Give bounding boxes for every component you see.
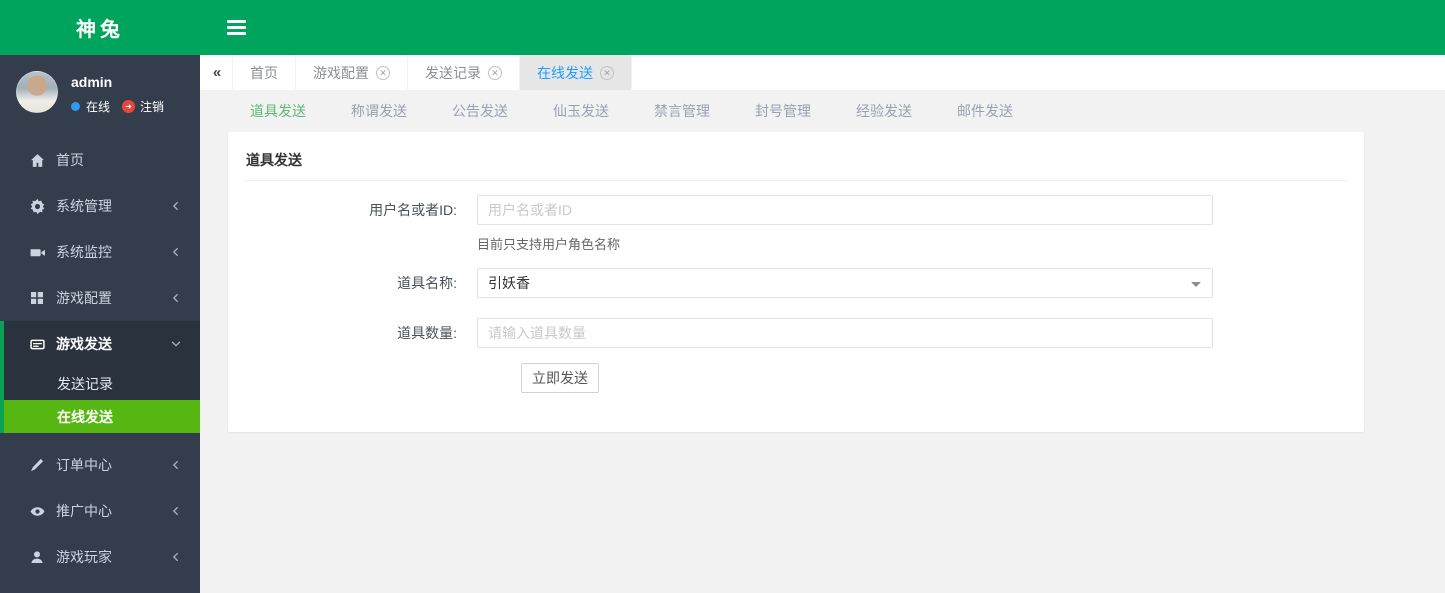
user-block: admin 在线 ➜ 注销 (0, 55, 200, 127)
hamburger-menu-icon[interactable] (227, 17, 246, 38)
item-send-form: 用户名或者ID: 目前只支持用户角色名称 道具名称: 引妖香 (228, 181, 1364, 393)
subtab-notice-send[interactable]: 公告发送 (452, 101, 508, 121)
close-tab-icon[interactable]: ✕ (376, 65, 390, 80)
sidebar-menu: 首页 系统管理 系统监控 游戏配置 游戏发送 发送记录 在线发送 订单中心 推广… (0, 137, 200, 580)
logout-icon: ➜ (122, 100, 136, 113)
sidebar-item-game-config[interactable]: 游戏配置 (0, 275, 200, 321)
sidebar-item-game-players[interactable]: 游戏玩家 (0, 534, 200, 580)
subtabs: 道具发送 称谓发送 公告发送 仙玉发送 禁言管理 封号管理 经验发送 邮件发送 (200, 90, 1445, 131)
item-name-selected-value: 引妖香 (488, 275, 530, 291)
admin-page: 神兔 admin 在线 ➜ 注销 首页 系统管理 系统监控 游戏配置 游戏发送 … (0, 0, 1445, 593)
tab-online-send[interactable]: 在线发送 ✕ (520, 55, 632, 90)
username-row: 用户名或者ID: 目前只支持用户角色名称 (228, 195, 1364, 253)
tabbar: « 首页 游戏配置 ✕ 发送记录 ✕ 在线发送 ✕ (200, 55, 1445, 90)
eye-icon (29, 504, 45, 519)
user-icon (29, 550, 45, 564)
item-name-label: 道具名称: (397, 275, 457, 291)
topbar (200, 0, 1445, 55)
sidebar-item-system-monitor[interactable]: 系统监控 (0, 229, 200, 275)
subtab-item-send[interactable]: 道具发送 (250, 101, 306, 121)
close-tab-icon[interactable]: ✕ (488, 65, 502, 80)
online-status-label: 在线 (86, 100, 111, 114)
home-icon (29, 153, 45, 168)
panel-title: 道具发送 (244, 132, 1348, 181)
subtab-exp-send[interactable]: 经验发送 (856, 101, 912, 121)
subtab-mail-send[interactable]: 邮件发送 (957, 101, 1013, 121)
chevron-left-icon (170, 292, 182, 304)
app-logo: 神兔 (0, 0, 200, 55)
chevron-left-icon (170, 505, 182, 517)
username-label: 用户名或者ID: (369, 202, 457, 218)
send-now-button[interactable]: 立即发送 (521, 363, 599, 393)
select-caret-icon (1191, 282, 1201, 287)
item-name-select[interactable]: 引妖香 (477, 268, 1213, 298)
chevron-left-icon (170, 200, 182, 212)
username-input[interactable] (477, 195, 1213, 225)
item-name-row: 道具名称: 引妖香 (228, 268, 1364, 298)
sidebar-subitem-send-records[interactable]: 发送记录 (4, 367, 200, 400)
username-help-text: 目前只支持用户角色名称 (477, 237, 621, 252)
chevron-down-icon (170, 338, 182, 350)
sidebar-item-game-send[interactable]: 游戏发送 (4, 321, 200, 367)
logout-label: 注销 (140, 100, 165, 114)
online-status-dot-icon (71, 102, 80, 111)
chevron-left-icon (170, 551, 182, 563)
main-content: 道具发送 用户名或者ID: 目前只支持用户角色名称 道具名称: 引妖香 (200, 131, 1445, 593)
subtab-jade-send[interactable]: 仙玉发送 (553, 101, 609, 121)
sidebar-subitem-online-send[interactable]: 在线发送 (4, 400, 200, 433)
avatar[interactable] (16, 71, 58, 113)
close-tab-icon[interactable]: ✕ (600, 65, 614, 80)
collapse-tabs-icon[interactable]: « (200, 55, 233, 90)
message-icon (29, 337, 45, 352)
sidebar-item-system-management[interactable]: 系统管理 (0, 183, 200, 229)
submit-row: 立即发送 (228, 363, 1364, 393)
tab-send-records[interactable]: 发送记录 ✕ (408, 55, 520, 90)
video-camera-icon (29, 245, 45, 260)
logout-link[interactable]: ➜ 注销 (122, 98, 164, 115)
sidebar: 神兔 admin 在线 ➜ 注销 首页 系统管理 系统监控 游戏配置 游戏发送 … (0, 0, 200, 593)
chevron-left-icon (170, 246, 182, 258)
chevron-left-icon (170, 459, 182, 471)
sidebar-item-promotion-center[interactable]: 推广中心 (0, 488, 200, 534)
item-send-panel: 道具发送 用户名或者ID: 目前只支持用户角色名称 道具名称: 引妖香 (228, 132, 1364, 432)
pencil-icon (29, 458, 45, 472)
item-count-label: 道具数量: (397, 325, 457, 341)
item-count-row: 道具数量: (228, 318, 1364, 348)
item-count-input[interactable] (477, 318, 1213, 348)
subtab-ban-manage[interactable]: 封号管理 (755, 101, 811, 121)
subtab-mute-manage[interactable]: 禁言管理 (654, 101, 710, 121)
tab-home[interactable]: 首页 (233, 55, 296, 90)
tab-game-config[interactable]: 游戏配置 ✕ (296, 55, 408, 90)
user-name: admin (71, 74, 113, 90)
gear-icon (29, 198, 45, 214)
sidebar-item-home[interactable]: 首页 (0, 137, 200, 183)
sidebar-item-order-center[interactable]: 订单中心 (0, 442, 200, 488)
dashboard-icon (29, 291, 45, 305)
subtab-title-send[interactable]: 称谓发送 (351, 101, 407, 121)
sidebar-group-game-send: 游戏发送 发送记录 在线发送 (0, 321, 200, 433)
